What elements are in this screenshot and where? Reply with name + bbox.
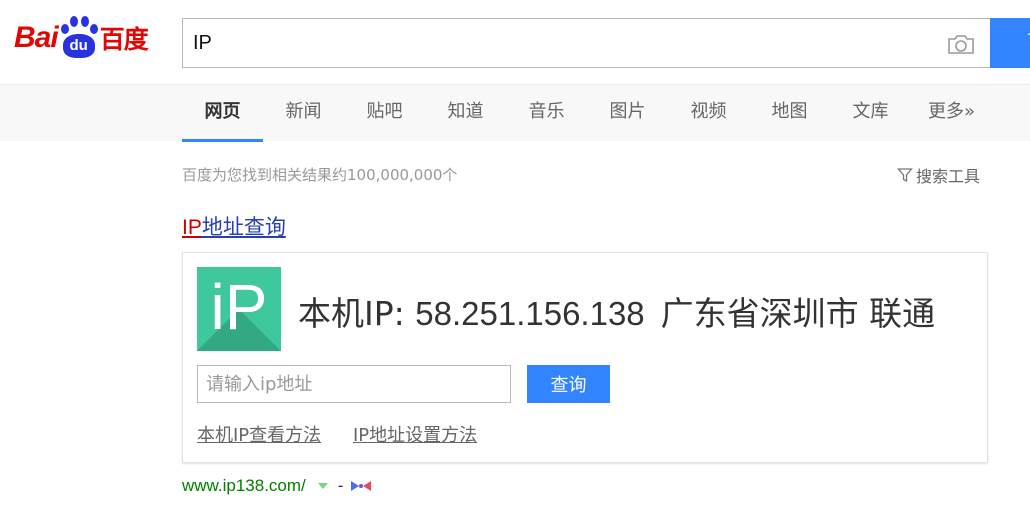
search-input[interactable] [193,19,933,67]
search-button[interactable]: 百度一下 [990,18,1030,203]
result-title-link[interactable]: IP地址查询 [182,211,286,241]
ip-address: 58.251.156.138 [415,295,645,332]
local-ip-howto-link[interactable]: 本机IP查看方法 [197,421,321,447]
tab-wenku[interactable]: 文库 [830,85,911,141]
baidu-logo[interactable]: Bai du 百度 [14,14,149,62]
result-count: 百度为您找到相关结果约100,000,000个 [182,166,458,184]
logo-text-bai: Bai [14,21,59,54]
ip-logo: iP [197,267,281,351]
header: Bai du 百度 百度一下 [0,0,1030,203]
bow-icon [351,481,372,491]
tab-images[interactable]: 图片 [587,85,668,141]
logo-text-chinese: 百度 [99,25,149,54]
local-ip-info: 本机IP: 58.251.156.138 广东省深圳市 联通 [298,287,935,335]
logo-text-du: du [69,37,88,54]
result-url: www.ip138.com/ - [182,476,373,496]
url-separator: - [337,476,344,495]
ip-prefix: 本机IP: [298,294,405,333]
search-box [182,18,990,68]
title-highlight: IP [182,216,202,239]
ip-settings-howto-link[interactable]: IP地址设置方法 [353,421,477,447]
url-text[interactable]: www.ip138.com/ [182,476,306,496]
tab-tieba[interactable]: 贴吧 [344,85,425,141]
ip-location: 广东省深圳市 [660,294,859,333]
tab-video[interactable]: 视频 [668,85,749,141]
tab-music[interactable]: 音乐 [506,85,587,141]
ip-lookup-card: iP 本机IP: 58.251.156.138 广东省深圳市 联通 查询 本机IP… [182,252,988,463]
ip-isp: 联通 [869,294,936,333]
camera-icon[interactable] [947,33,975,55]
tab-more[interactable]: 更多» [911,85,992,141]
search-tools-button[interactable]: 搜索工具 [897,163,980,187]
search-tools-label: 搜索工具 [916,167,981,186]
dropdown-arrow-icon[interactable] [317,483,328,489]
nav-bar: 网页 新闻 贴吧 知道 音乐 图片 视频 地图 文库 更多» [0,84,1030,142]
filter-icon [897,168,913,183]
ip-query-input[interactable] [197,365,511,403]
title-rest: 地址查询 [201,215,286,239]
active-tab-indicator [182,139,263,142]
tab-map[interactable]: 地图 [749,85,830,141]
tab-web[interactable]: 网页 [182,85,263,141]
query-button[interactable]: 查询 [527,365,610,403]
ip-logo-text: iP [210,271,268,343]
tab-news[interactable]: 新闻 [263,85,344,141]
tab-zhidao[interactable]: 知道 [425,85,506,141]
paw-icon: du [59,16,99,60]
